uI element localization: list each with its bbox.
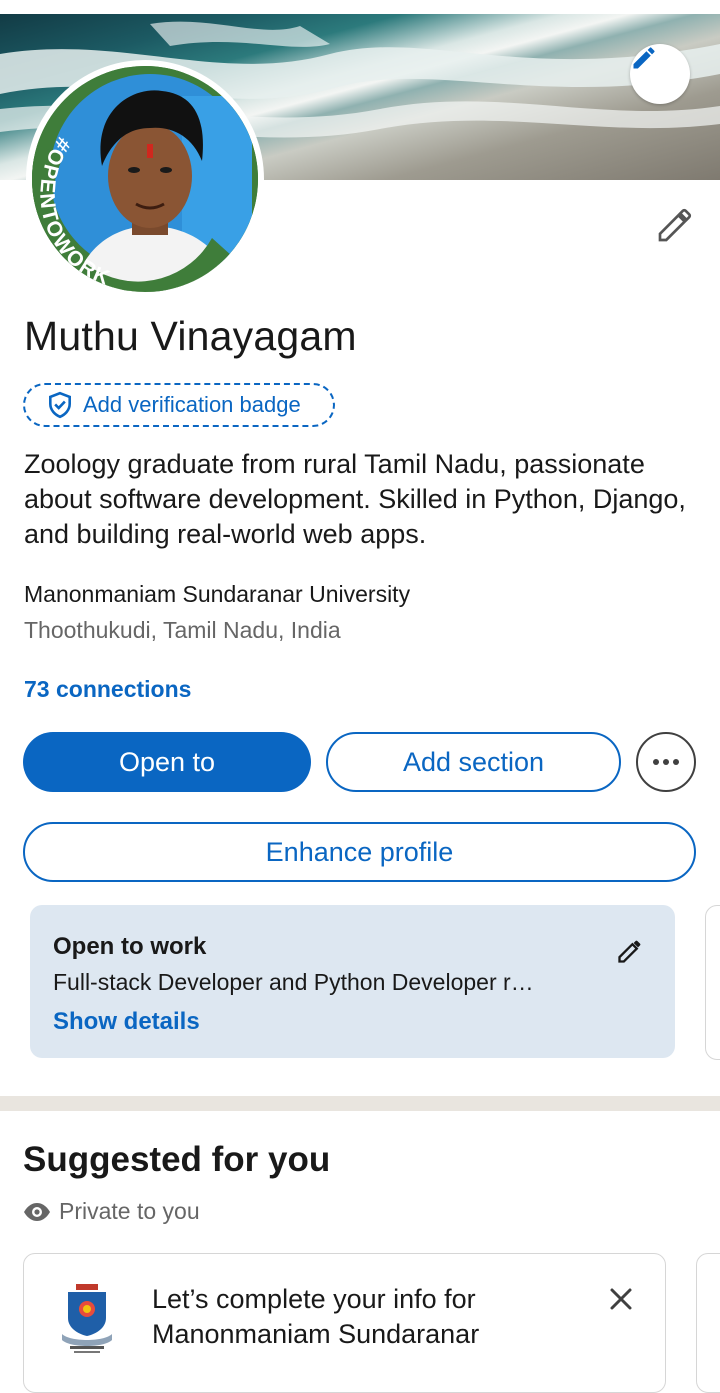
profile-location: Thoothukudi, Tamil Nadu, India — [24, 617, 341, 643]
suggestion-text: Let’s complete your info for Manonmaniam… — [152, 1284, 480, 1349]
edit-cover-button[interactable] — [630, 44, 690, 104]
privacy-note: Private to you — [23, 1198, 200, 1225]
next-card-peek[interactable] — [705, 905, 720, 1060]
add-section-button[interactable]: Add section — [326, 732, 621, 792]
more-actions-button[interactable] — [636, 732, 696, 792]
dismiss-suggestion-button[interactable] — [604, 1282, 638, 1316]
suggested-title: Suggested for you — [23, 1140, 331, 1179]
pencil-icon — [618, 940, 641, 963]
pencil-icon — [658, 208, 692, 242]
open-to-work-title: Open to work — [53, 933, 207, 960]
enhance-profile-button[interactable]: Enhance profile — [23, 822, 696, 882]
edit-open-to-work-button[interactable] — [612, 933, 648, 969]
avatar: #OPENTOWORK — [32, 66, 258, 292]
profile-headline: Zoology graduate from rural Tamil Nadu, … — [24, 449, 686, 549]
verification-badge-label: Add verification badge — [83, 392, 301, 417]
section-divider — [0, 1096, 720, 1111]
shield-check-icon — [49, 391, 71, 419]
eye-icon — [24, 1202, 50, 1221]
edit-intro-button[interactable] — [650, 200, 700, 250]
ellipsis-icon — [653, 759, 679, 765]
suggestion-card[interactable]: Let’s complete your info for Manonmaniam… — [23, 1253, 666, 1393]
privacy-label: Private to you — [59, 1198, 200, 1224]
close-icon — [610, 1288, 632, 1310]
pencil-icon — [633, 47, 655, 69]
person-portrait-image: #OPENTOWORK — [32, 66, 258, 292]
profile-name: Muthu Vinayagam — [24, 313, 357, 359]
next-suggestion-peek[interactable] — [696, 1253, 720, 1393]
profile-education[interactable]: Manonmaniam Sundaranar University — [24, 581, 410, 608]
connections-link[interactable]: 73 connections — [24, 676, 191, 703]
add-verification-badge-button[interactable]: Add verification badge — [23, 383, 335, 427]
open-to-work-card[interactable]: Open to work Full-stack Developer and Py… — [30, 905, 675, 1058]
show-details-link[interactable]: Show details — [53, 1008, 200, 1036]
university-logo-icon — [62, 1284, 112, 1353]
open-to-work-description: Full-stack Developer and Python Develope… — [53, 969, 534, 995]
open-to-button[interactable]: Open to — [23, 732, 311, 792]
profile-photo[interactable]: #OPENTOWORK — [26, 60, 264, 298]
